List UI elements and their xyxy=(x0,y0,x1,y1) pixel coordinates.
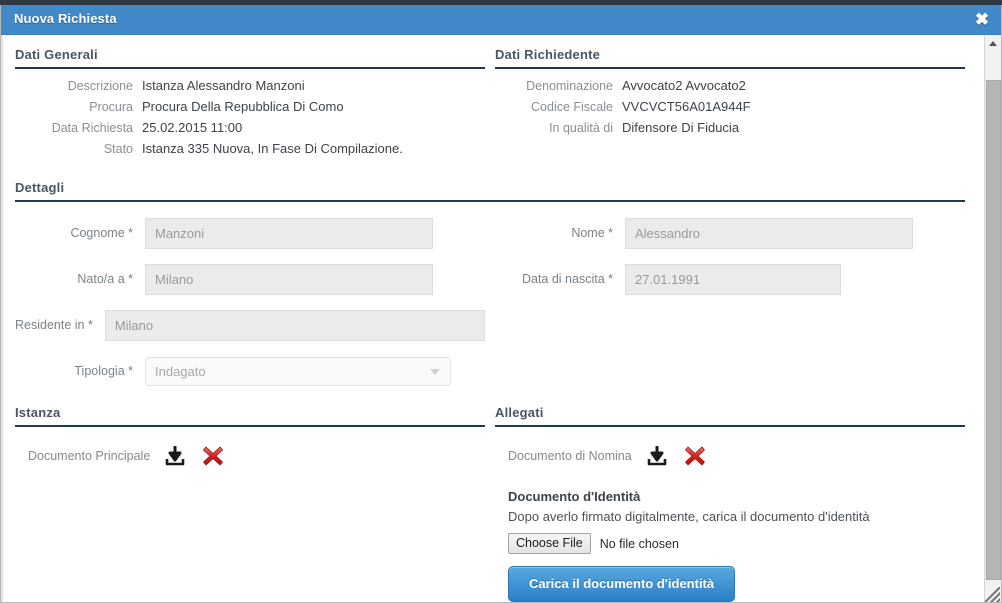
resize-handle-icon[interactable] xyxy=(985,587,1000,602)
detail-value: Procura Della Repubblica Di Como xyxy=(142,99,344,114)
detail-row: Codice Fiscale VVCVCT56A01A944F xyxy=(495,99,965,120)
field-label-tipologia: Tipologia * xyxy=(74,364,133,378)
documento-nomina-label: Documento di Nomina xyxy=(508,449,632,463)
delete-icon[interactable] xyxy=(682,443,708,469)
delete-icon[interactable] xyxy=(200,443,226,469)
field-label-data-nascita: Data di nascita * xyxy=(521,272,613,286)
field-label-residente-in: Residente in * xyxy=(15,318,93,332)
residente-in-input[interactable]: Milano xyxy=(104,309,485,341)
field-label-cognome: Cognome * xyxy=(70,226,133,240)
field-tipologia-row: Tipologia * Indagato xyxy=(15,348,485,394)
identity-document-instructions: Dopo averlo firmato digitalmente, carica… xyxy=(508,509,870,524)
dati-generali-section: Dati Generali Descrizione Istanza Alessa… xyxy=(15,47,485,162)
field-label-nome: Nome * xyxy=(571,226,613,240)
allegati-title: Allegati xyxy=(495,405,965,427)
detail-row: Procura Procura Della Repubblica Di Como xyxy=(15,99,485,120)
tipologia-select[interactable]: Indagato xyxy=(145,356,451,386)
dati-richiedente-list: Denominazione Avvocato2 Avvocato2 Codice… xyxy=(495,78,965,141)
vertical-scrollbar[interactable] xyxy=(984,35,1001,602)
chevron-down-icon xyxy=(430,368,440,375)
nato-a-input[interactable]: Milano xyxy=(145,263,433,295)
scrollbar-thumb[interactable] xyxy=(986,80,1001,580)
dati-generali-title: Dati Generali xyxy=(15,47,485,69)
detail-row: Data Richiesta 25.02.2015 11:00 xyxy=(15,120,485,141)
upload-identity-button[interactable]: Carica il documento d'identità xyxy=(508,566,736,602)
detail-row: Stato Istanza 335 Nuova, In Fase Di Comp… xyxy=(15,141,485,162)
field-cognome-row: Cognome * Manzoni xyxy=(15,210,485,256)
choose-file-button[interactable]: Choose File xyxy=(508,533,591,554)
istanza-title: Istanza xyxy=(15,405,485,427)
dettagli-section-header: Dettagli xyxy=(15,180,965,202)
tipologia-selected-value: Indagato xyxy=(155,363,206,379)
field-label-nato-a: Nato/a a * xyxy=(77,272,133,286)
dialog-content: Dati Generali Descrizione Istanza Alessa… xyxy=(1,35,985,602)
download-icon[interactable] xyxy=(162,443,188,469)
dialog-title: Nuova Richiesta xyxy=(14,11,117,26)
detail-label: Procura xyxy=(89,100,133,114)
nome-input[interactable]: Alessandro xyxy=(625,217,913,249)
detail-label: Stato xyxy=(103,142,133,156)
detail-label: Codice Fiscale xyxy=(531,100,613,114)
field-nome-row: Nome * Alessandro xyxy=(495,210,965,256)
cognome-input[interactable]: Manzoni xyxy=(145,217,433,249)
detail-value: VVCVCT56A01A944F xyxy=(622,99,751,114)
field-data-nascita-row: Data di nascita * 27.01.1991 xyxy=(495,256,965,302)
detail-label: Descrizione xyxy=(67,79,133,93)
documento-principale-label: Documento Principale xyxy=(28,449,151,463)
file-picker-row: Choose File No file chosen xyxy=(508,533,965,554)
detail-label: Denominazione xyxy=(526,79,613,93)
detail-value: 25.02.2015 11:00 xyxy=(142,120,243,135)
detail-label: Data Richiesta xyxy=(51,121,133,135)
dettagli-title: Dettagli xyxy=(15,180,965,202)
detail-value: Istanza 335 Nuova, In Fase Di Compilazio… xyxy=(142,141,403,156)
data-nascita-input[interactable]: 27.01.1991 xyxy=(625,263,841,295)
identity-document-heading: Documento d'Identità xyxy=(508,489,641,504)
download-icon[interactable] xyxy=(644,443,670,469)
identity-document-block: Documento d'Identità Dopo averlo firmato… xyxy=(495,489,965,602)
detail-row: Denominazione Avvocato2 Avvocato2 xyxy=(495,78,965,99)
dettagli-left-fields: Cognome * Manzoni Nato/a a * Milano Resi… xyxy=(15,210,485,394)
field-residente-in-row: Residente in * Milano xyxy=(15,302,485,348)
detail-value: Difensore Di Fiducia xyxy=(622,120,740,135)
dati-richiedente-section: Dati Richiedente Denominazione Avvocato2… xyxy=(495,47,965,141)
close-icon[interactable]: ✖ xyxy=(971,9,993,31)
istanza-attachment-row: Documento Principale xyxy=(15,439,485,473)
allegati-section: Allegati Documento di Nomina Documento d… xyxy=(495,405,965,602)
dati-generali-list: Descrizione Istanza Alessandro Manzoni P… xyxy=(15,78,485,162)
dialog-titlebar: Nuova Richiesta ✖ xyxy=(1,5,1001,35)
file-status-text: No file chosen xyxy=(599,536,679,551)
detail-value: Istanza Alessandro Manzoni xyxy=(142,78,305,93)
allegati-attachment-row: Documento di Nomina xyxy=(495,439,965,473)
scroll-up-arrow-icon[interactable] xyxy=(985,35,1001,52)
istanza-section: Istanza Documento Principale xyxy=(15,405,485,473)
dati-richiedente-title: Dati Richiedente xyxy=(495,47,965,69)
nuova-richiesta-dialog: Nuova Richiesta ✖ Dati Generali Descrizi… xyxy=(0,5,1002,603)
detail-label: In qualità di xyxy=(549,121,613,135)
detail-row: Descrizione Istanza Alessandro Manzoni xyxy=(15,78,485,99)
field-nato-a-row: Nato/a a * Milano xyxy=(15,256,485,302)
detail-row: In qualità di Difensore Di Fiducia xyxy=(495,120,965,141)
detail-value: Avvocato2 Avvocato2 xyxy=(622,78,746,93)
dettagli-right-fields: Nome * Alessandro Data di nascita * 27.0… xyxy=(495,210,965,302)
